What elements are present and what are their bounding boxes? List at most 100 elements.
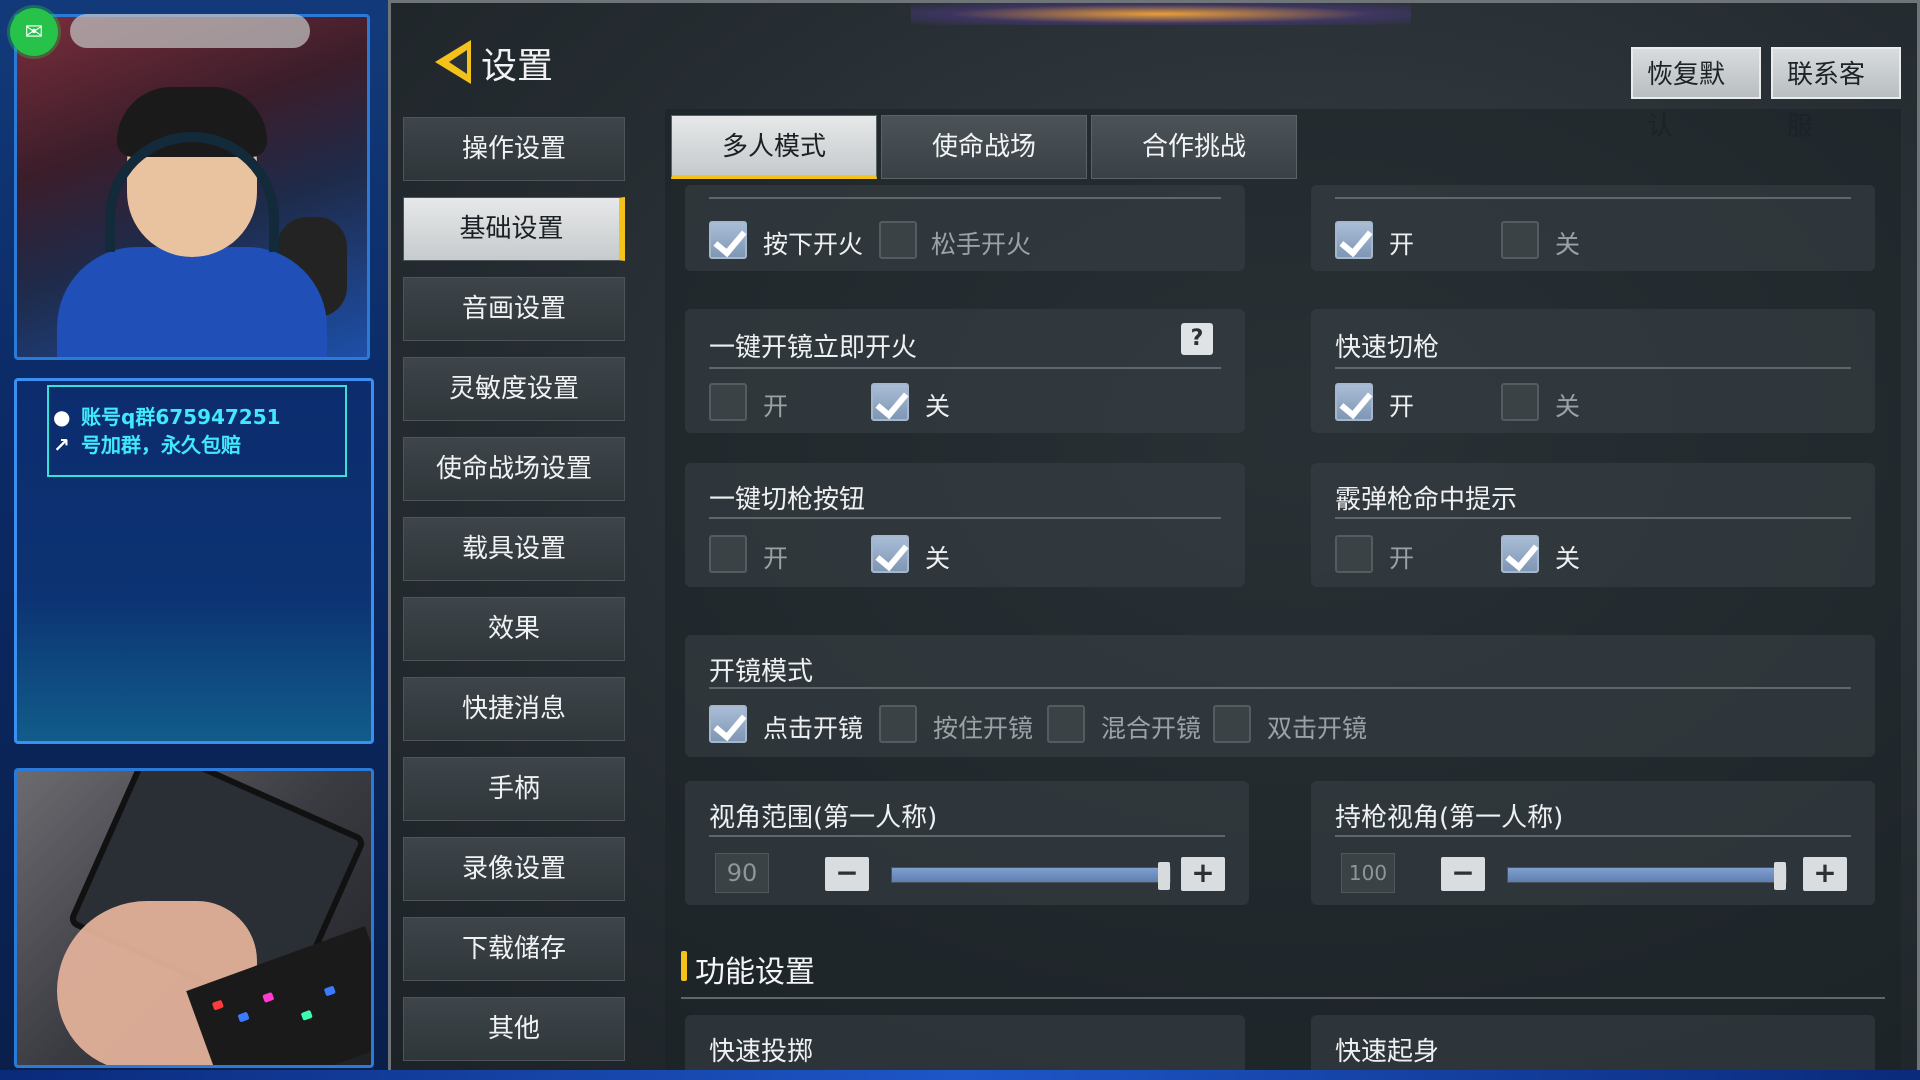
checkbox-tap-scope[interactable]	[709, 705, 747, 743]
title-quick-throw: 快速投掷	[709, 1037, 814, 1067]
back-arrow-icon[interactable]	[435, 38, 475, 88]
title-text: 设置	[481, 46, 554, 87]
label-off: 关	[1555, 230, 1581, 259]
card-scope-mode: 开镜模式 点击开镜 按住开镜 混合开镜 双击开镜	[685, 635, 1875, 757]
checkbox-hybrid-scope[interactable]	[1047, 705, 1085, 743]
section-title-function: 功能设置	[695, 955, 815, 990]
streamer-body	[57, 247, 327, 357]
checkbox-off[interactable]	[1501, 221, 1539, 259]
sidebar-item-other[interactable]: 其他	[403, 997, 625, 1061]
checkbox-double-tap-scope[interactable]	[1213, 705, 1251, 743]
checkbox-ads-fire-off[interactable]	[871, 383, 909, 421]
divider	[1335, 197, 1851, 199]
divider	[1335, 517, 1851, 519]
checkbox-quick-switch-on[interactable]	[1335, 383, 1373, 421]
sidebar-item-sensitivity[interactable]: 灵敏度设置	[403, 357, 625, 421]
checkbox-hold-scope[interactable]	[879, 705, 917, 743]
divider	[709, 687, 1851, 689]
weapon-fov-minus-button[interactable]: −	[1441, 857, 1485, 891]
tab-multiplayer[interactable]: 多人模式	[671, 115, 877, 179]
checkbox-on[interactable]	[1335, 221, 1373, 259]
sidebar-item-quick-messages[interactable]: 快捷消息	[403, 677, 625, 741]
card-weapon-fov: 持枪视角(第一人称) 100 − +	[1311, 781, 1875, 905]
sidebar-item-vehicle[interactable]: 载具设置	[403, 517, 625, 581]
fov-value[interactable]: 90	[715, 853, 769, 893]
divider	[1335, 367, 1851, 369]
webcam-feed	[14, 14, 370, 360]
fov-slider-fill	[892, 868, 1170, 882]
name-banner	[70, 14, 310, 48]
tab-battle-royale[interactable]: 使命战场	[881, 115, 1087, 179]
label-off: 关	[1555, 544, 1581, 573]
title-ads-fire: 一键开镜立即开火	[709, 333, 918, 363]
sidebar-item-audio-video[interactable]: 音画设置	[403, 277, 625, 341]
card-fov: 视角范围(第一人称) 90 − +	[685, 781, 1249, 905]
qq-icon: ●	[53, 405, 71, 429]
checkbox-ads-fire-on[interactable]	[709, 383, 747, 421]
sidebar-item-download[interactable]: 下载储存	[403, 917, 625, 981]
label-press-fire: 按下开火	[763, 230, 864, 259]
stream-overlay: ✉ ● 账号q群675947251 ↗ 号加群，永久包赔	[0, 0, 390, 1080]
sidebar-item-basic[interactable]: 基础设置	[403, 197, 625, 261]
fov-plus-button[interactable]: +	[1181, 857, 1225, 891]
checkbox-release-fire[interactable]	[879, 221, 917, 259]
sidebar-item-controls[interactable]: 操作设置	[403, 117, 625, 181]
divider	[709, 835, 1225, 837]
divider	[709, 517, 1221, 519]
info-text-2: 号加群，永久包赔	[81, 433, 241, 457]
title-shotgun-hint: 霰弹枪命中提示	[1335, 485, 1518, 515]
fov-slider-thumb[interactable]	[1158, 862, 1170, 890]
weapon-fov-slider-thumb[interactable]	[1774, 862, 1786, 890]
label-off: 关	[1555, 392, 1581, 421]
title-weapon-fov: 持枪视角(第一人称)	[1335, 803, 1564, 833]
card-shotgun-hint: 霰弹枪命中提示 开 关	[1311, 463, 1875, 587]
title-quick-switch: 快速切枪	[1335, 333, 1440, 363]
label-off: 关	[925, 544, 951, 573]
info-line-group: ↗ 号加群，永久包赔	[53, 429, 241, 458]
checkbox-shotgun-hint-on[interactable]	[1335, 535, 1373, 573]
checkbox-switch-button-on[interactable]	[709, 535, 747, 573]
label-on: 开	[1389, 392, 1415, 421]
reset-default-button[interactable]: 恢复默认	[1631, 47, 1761, 142]
section-divider	[681, 997, 1885, 999]
label-off: 关	[925, 392, 951, 421]
settings-content: 多人模式 使命战场 合作挑战 按下开火 松手开火 开 关 一键开镜立即开火 ? …	[665, 109, 1901, 1080]
section-accent-bar	[681, 951, 687, 981]
bottom-frame-bar	[0, 1070, 1920, 1080]
divider	[1335, 835, 1851, 837]
card-fire-mode: 按下开火 松手开火	[685, 185, 1245, 271]
checkbox-press-fire[interactable]	[709, 221, 747, 259]
fov-slider[interactable]	[891, 862, 1171, 890]
sidebar-item-effects[interactable]: 效果	[403, 597, 625, 661]
top-glow	[911, 3, 1411, 25]
checkbox-quick-switch-off[interactable]	[1501, 383, 1539, 421]
label-hybrid-scope: 混合开镜	[1101, 714, 1202, 743]
wechat-icon: ✉	[10, 8, 58, 56]
sidebar-item-recording[interactable]: 录像设置	[403, 837, 625, 901]
hand-cam-feed	[14, 768, 374, 1068]
wrench-icon: ↗	[53, 433, 70, 457]
weapon-fov-value[interactable]: 100	[1341, 853, 1395, 893]
checkbox-switch-button-off[interactable]	[871, 535, 909, 573]
card-switch-button: 一键切枪按钮 开 关	[685, 463, 1245, 587]
contact-support-button[interactable]: 联系客服	[1771, 47, 1901, 142]
card-ads-fire: 一键开镜立即开火 ? 开 关	[685, 309, 1245, 433]
weapon-fov-slider[interactable]	[1507, 862, 1787, 890]
info-line-account: ● 账号q群675947251	[53, 401, 281, 430]
label-hold-scope: 按住开镜	[933, 714, 1034, 743]
label-release-fire: 松手开火	[931, 230, 1032, 259]
game-settings-window: 设置 恢复默认 联系客服 操作设置 基础设置 音画设置 灵敏度设置 使命战场设置…	[388, 0, 1920, 1080]
checkbox-shotgun-hint-off[interactable]	[1501, 535, 1539, 573]
divider	[709, 197, 1221, 199]
tab-coop-challenge[interactable]: 合作挑战	[1091, 115, 1297, 179]
label-tap-scope: 点击开镜	[763, 714, 864, 743]
sidebar-item-battle-royale[interactable]: 使命战场设置	[403, 437, 625, 501]
sidebar-item-controller[interactable]: 手柄	[403, 757, 625, 821]
divider	[709, 367, 1221, 369]
page-title: 设置	[435, 37, 553, 89]
fov-minus-button[interactable]: −	[825, 857, 869, 891]
weapon-fov-slider-fill	[1508, 868, 1786, 882]
title-scope-mode: 开镜模式	[709, 657, 814, 687]
help-icon[interactable]: ?	[1181, 323, 1213, 355]
weapon-fov-plus-button[interactable]: +	[1803, 857, 1847, 891]
